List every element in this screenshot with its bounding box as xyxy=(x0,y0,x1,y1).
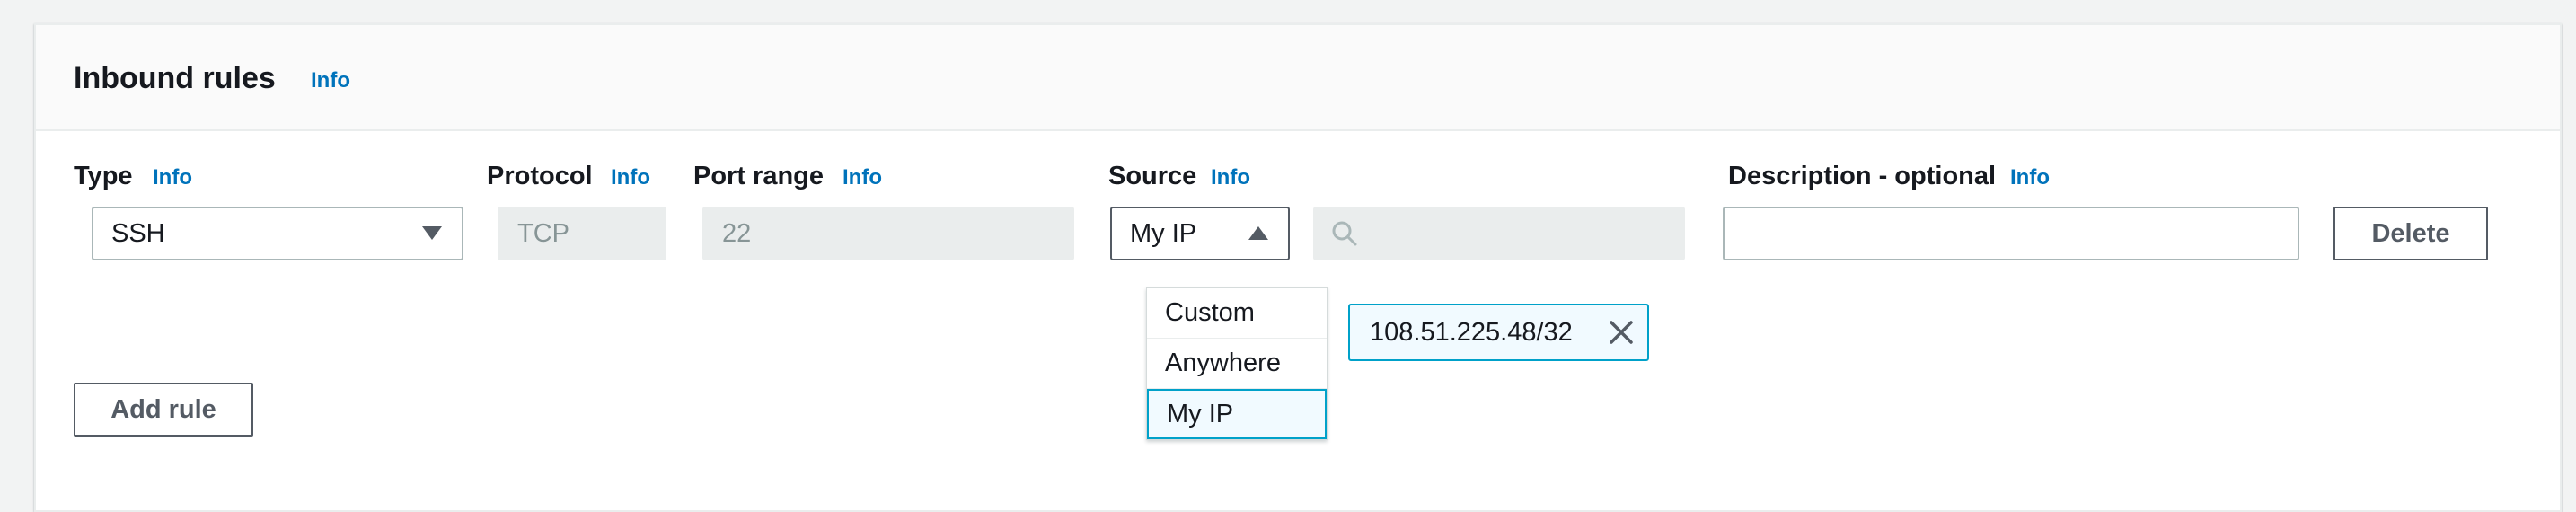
source-cidr-token: 108.51.225.48/32 xyxy=(1348,304,1649,361)
add-rule-button[interactable]: Add rule xyxy=(74,383,253,437)
port-range-label: Port range xyxy=(693,162,825,190)
source-info-link[interactable]: Info xyxy=(1211,165,1250,190)
source-label: Source xyxy=(1108,162,1197,190)
close-icon[interactable] xyxy=(1608,319,1635,346)
description-info-link[interactable]: Info xyxy=(2010,165,2050,190)
source-search-input[interactable] xyxy=(1313,207,1685,260)
description-label: Description - optional xyxy=(1728,162,1997,190)
source-option-custom[interactable]: Custom xyxy=(1147,288,1327,339)
port-range-field: 22 xyxy=(702,207,1074,260)
protocol-value: TCP xyxy=(517,218,569,248)
port-range-value: 22 xyxy=(722,218,752,248)
port-range-info-link[interactable]: Info xyxy=(842,165,882,190)
chevron-down-icon xyxy=(422,226,442,240)
source-dropdown-menu: Custom Anywhere My IP xyxy=(1146,287,1328,440)
type-select-value: SSH xyxy=(111,218,165,248)
type-select[interactable]: SSH xyxy=(92,207,463,260)
source-select-value: My IP xyxy=(1130,218,1197,248)
chevron-up-icon xyxy=(1248,226,1268,240)
delete-button[interactable]: Delete xyxy=(2333,207,2488,260)
protocol-info-link[interactable]: Info xyxy=(611,165,650,190)
inbound-rules-panel: Inbound rules Info Type Info Protocol In… xyxy=(34,23,2562,512)
source-option-my-ip[interactable]: My IP xyxy=(1147,389,1327,439)
panel-header: Inbound rules Info xyxy=(36,25,2560,131)
source-option-anywhere[interactable]: Anywhere xyxy=(1147,339,1327,389)
protocol-label: Protocol xyxy=(487,162,593,190)
description-input[interactable] xyxy=(1723,207,2299,260)
search-icon xyxy=(1332,221,1357,246)
source-select[interactable]: My IP xyxy=(1110,207,1290,260)
protocol-field: TCP xyxy=(498,207,666,260)
type-label: Type xyxy=(74,162,133,190)
source-cidr-value: 108.51.225.48/32 xyxy=(1370,317,1573,347)
type-info-link[interactable]: Info xyxy=(153,165,192,190)
panel-title: Inbound rules xyxy=(74,61,276,95)
panel-info-link[interactable]: Info xyxy=(311,68,350,93)
